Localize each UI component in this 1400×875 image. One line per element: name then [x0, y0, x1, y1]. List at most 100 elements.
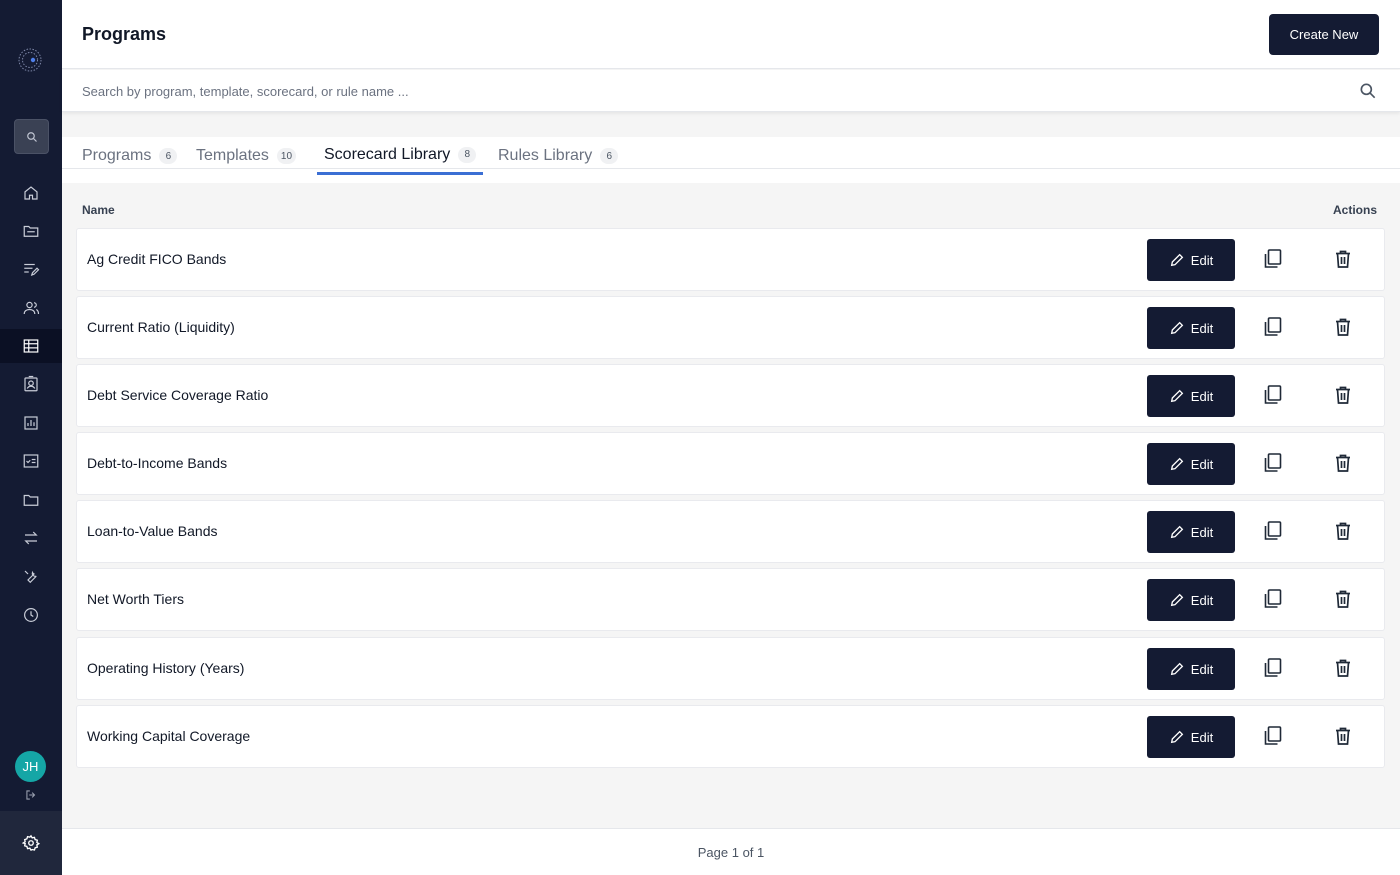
scorecard-name: Debt-to-Income Bands: [87, 455, 228, 471]
edit-list-icon: [24, 263, 40, 276]
sidebar-item-history[interactable]: [0, 598, 62, 632]
duplicate-button[interactable]: [1263, 726, 1283, 748]
swap-arrows-icon: [24, 531, 38, 545]
search-icon[interactable]: [1358, 81, 1378, 101]
tabs-bar: Programs 6 Templates 10 Scorecard Librar…: [62, 137, 1400, 183]
settings-button[interactable]: [0, 811, 62, 875]
delete-button[interactable]: [1333, 726, 1353, 748]
duplicate-button[interactable]: [1263, 453, 1283, 475]
sidebar-item-checklist[interactable]: [0, 444, 62, 478]
trash-icon: [1336, 454, 1350, 472]
table-row: Net Worth Tiers Edit: [76, 568, 1385, 631]
column-header-actions: Actions: [1333, 203, 1378, 217]
duplicate-button[interactable]: [1263, 589, 1283, 611]
duplicate-button[interactable]: [1263, 385, 1283, 407]
tab-rules-library[interactable]: Rules Library 6: [491, 137, 625, 175]
sidebar-item-edit[interactable]: [0, 252, 62, 286]
tab-label: Rules Library: [498, 147, 593, 164]
sidebar-search-button[interactable]: [14, 119, 49, 154]
pencil-icon: [1170, 593, 1184, 607]
edit-button[interactable]: Edit: [1147, 375, 1235, 417]
tab-templates[interactable]: Templates 10: [189, 137, 303, 175]
tab-count-badge: 10: [276, 148, 297, 164]
folder-icon: [23, 494, 39, 506]
copy-icon: [1264, 521, 1282, 540]
tab-scorecard-library[interactable]: Scorecard Library 8: [317, 137, 484, 175]
delete-button[interactable]: [1333, 249, 1353, 271]
edit-button[interactable]: Edit: [1147, 716, 1235, 758]
sidebar-item-home[interactable]: [0, 176, 62, 210]
tab-count-badge: 6: [159, 148, 178, 164]
delete-button[interactable]: [1333, 589, 1353, 611]
trash-icon: [1336, 522, 1350, 540]
scorecard-name: Loan-to-Value Bands: [87, 523, 218, 539]
edit-label: Edit: [1190, 661, 1214, 677]
duplicate-button[interactable]: [1263, 658, 1283, 680]
sidebar-item-folder[interactable]: [0, 483, 62, 517]
pagination-footer: Page 1 of 1: [62, 828, 1400, 875]
copy-icon: [1264, 249, 1282, 268]
sidebar: JH: [0, 0, 62, 875]
delete-button[interactable]: [1333, 453, 1353, 475]
pencil-icon: [1170, 525, 1184, 539]
edit-label: Edit: [1190, 388, 1214, 404]
edit-button[interactable]: Edit: [1147, 307, 1235, 349]
delete-button[interactable]: [1333, 658, 1353, 680]
delete-button[interactable]: [1333, 521, 1353, 543]
pencil-icon: [1170, 321, 1184, 335]
home-icon: [24, 186, 38, 200]
folder-open-icon: [23, 225, 39, 237]
users-icon: [23, 301, 40, 315]
duplicate-button[interactable]: [1263, 521, 1283, 543]
column-header-name: Name: [82, 203, 115, 217]
scorecard-name: Operating History (Years): [87, 660, 245, 676]
table-row: Current Ratio (Liquidity) Edit: [76, 296, 1385, 359]
edit-button[interactable]: Edit: [1147, 648, 1235, 690]
logo-icon: [18, 48, 42, 72]
contact-card-icon: [24, 375, 38, 392]
sidebar-item-table[interactable]: [0, 329, 62, 363]
sidebar-item-users[interactable]: [0, 291, 62, 325]
sidebar-item-contacts[interactable]: [0, 367, 62, 401]
tabs-divider: [62, 168, 1400, 169]
copy-icon: [1264, 453, 1282, 472]
sidebar-item-transfers[interactable]: [0, 521, 62, 555]
tab-count-badge: 8: [458, 146, 477, 163]
table-row: Operating History (Years) Edit: [76, 637, 1385, 700]
pencil-icon: [1170, 389, 1184, 403]
sidebar-item-files[interactable]: [0, 214, 62, 248]
tab-programs[interactable]: Programs 6: [75, 137, 184, 175]
sidebar-item-tools[interactable]: [0, 560, 62, 594]
edit-button[interactable]: Edit: [1147, 579, 1235, 621]
edit-button[interactable]: Edit: [1147, 511, 1235, 553]
edit-button[interactable]: Edit: [1147, 239, 1235, 281]
copy-icon: [1264, 658, 1282, 677]
edit-label: Edit: [1190, 524, 1214, 540]
edit-label: Edit: [1190, 456, 1214, 472]
tab-count-badge: 6: [600, 148, 619, 164]
table-row: Ag Credit FICO Bands Edit: [76, 228, 1385, 291]
tab-label: Templates: [196, 147, 269, 164]
search-input[interactable]: [82, 80, 1322, 102]
wrench-icon: [24, 570, 37, 584]
logout-icon[interactable]: [24, 788, 38, 802]
edit-button[interactable]: Edit: [1147, 443, 1235, 485]
delete-button[interactable]: [1333, 385, 1353, 407]
history-icon: [24, 608, 38, 622]
pencil-icon: [1170, 662, 1184, 676]
trash-icon: [1336, 590, 1350, 608]
scorecard-name: Working Capital Coverage: [87, 728, 251, 744]
create-new-button[interactable]: Create New: [1269, 14, 1379, 55]
avatar[interactable]: JH: [15, 751, 46, 782]
sidebar-item-reports[interactable]: [0, 406, 62, 440]
search-bar: [62, 70, 1400, 112]
duplicate-button[interactable]: [1263, 317, 1283, 339]
pencil-icon: [1170, 730, 1184, 744]
trash-icon: [1336, 659, 1350, 677]
tab-label: Programs: [82, 147, 152, 164]
trash-icon: [1336, 318, 1350, 336]
edit-label: Edit: [1190, 729, 1214, 745]
duplicate-button[interactable]: [1263, 249, 1283, 271]
bar-chart-icon: [24, 416, 38, 430]
delete-button[interactable]: [1333, 317, 1353, 339]
